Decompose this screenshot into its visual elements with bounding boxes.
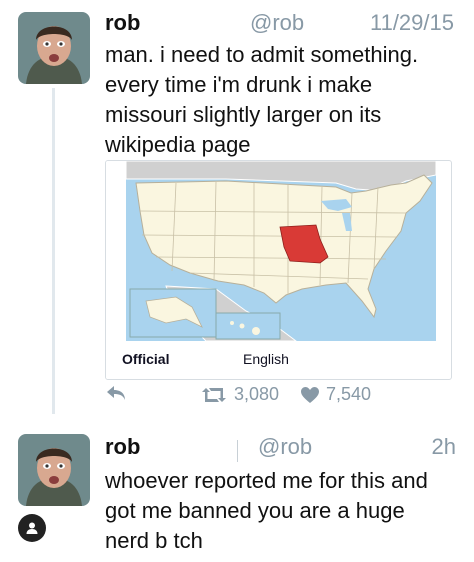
thread-connector-line — [52, 88, 55, 414]
tweet-text-line: whoever reported me for this and — [105, 468, 428, 493]
tweet-text-line: every time i'm drunk i make — [105, 72, 373, 97]
tweet-text-line: missouri slightly larger on its — [105, 102, 382, 127]
avatar[interactable] — [18, 12, 90, 84]
author-handle[interactable]: @rob — [258, 434, 312, 460]
author-name[interactable]: rob — [105, 434, 140, 460]
separator — [237, 440, 238, 462]
heart-icon — [301, 386, 319, 403]
author-name[interactable]: rob — [105, 10, 140, 36]
reply-icon — [107, 386, 125, 400]
tweet-text-line: nerd b tch — [105, 528, 203, 553]
retweet-button[interactable]: 3,080 — [200, 384, 279, 405]
us-map-icon — [106, 161, 437, 379]
retweet-icon — [202, 387, 226, 402]
tweet-media-image[interactable]: Official English — [105, 160, 452, 380]
caption-english: English — [243, 351, 289, 367]
like-count: 7,540 — [326, 384, 372, 404]
avatar-image — [18, 12, 90, 84]
tweet-actions: 3,080 7,540 — [105, 382, 455, 414]
tweet-text: whoever reported me for this and got me … — [105, 466, 460, 556]
like-button[interactable]: 7,540 — [300, 384, 371, 405]
tweet-text-line: got me banned you are a huge — [105, 498, 405, 523]
caption-official: Official — [122, 351, 170, 367]
author-handle[interactable]: @rob — [250, 10, 304, 36]
avatar-image — [18, 434, 90, 506]
user-badge-button[interactable] — [18, 514, 46, 542]
tweet-timestamp[interactable]: 11/29/15 — [370, 10, 454, 36]
avatar[interactable] — [18, 434, 90, 506]
retweet-count: 3,080 — [234, 384, 280, 404]
tweet-text-line: wikipedia page — [105, 132, 251, 157]
tweet-timestamp[interactable]: 2h — [432, 434, 456, 460]
user-icon — [26, 522, 38, 534]
tweet-2[interactable]: rob @rob 2h whoever reported me for this… — [0, 420, 474, 562]
tweet-1[interactable]: rob @rob 11/29/15 man. i need to admit s… — [0, 0, 474, 420]
reply-button[interactable] — [105, 384, 127, 402]
tweet-text-line: man. i need to admit something. — [105, 42, 419, 67]
tweet-text: man. i need to admit something. every ti… — [105, 40, 460, 160]
